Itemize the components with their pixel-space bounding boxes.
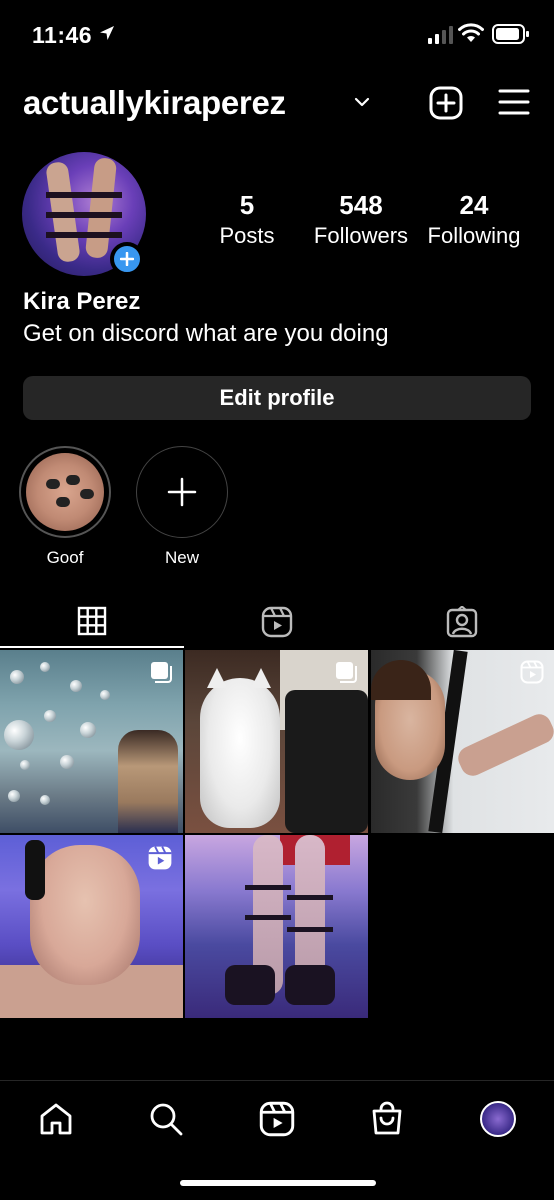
add-story-button[interactable] (110, 242, 144, 276)
post-image-detail (371, 660, 431, 700)
post-image-detail (287, 895, 333, 900)
username[interactable]: actuallykiraperez (23, 84, 286, 122)
multi-photo-icon (336, 662, 357, 683)
home-indicator (180, 1180, 376, 1186)
profile-header: actuallykiraperez (0, 80, 554, 130)
post-image-detail (70, 680, 82, 692)
post-thumbnail[interactable] (0, 650, 183, 833)
tab-reels[interactable] (185, 596, 369, 648)
highlight-new[interactable]: New (136, 446, 228, 568)
nav-search[interactable] (146, 1099, 186, 1139)
post-image-detail (118, 730, 178, 833)
avatar-photo-detail (84, 157, 118, 259)
post-image-detail (207, 668, 227, 688)
post-image-detail (454, 710, 554, 780)
highlight-image-detail (80, 489, 94, 499)
tagged-icon (446, 606, 478, 638)
reels-icon (148, 846, 172, 870)
profile-avatar (480, 1101, 516, 1137)
post-image-detail (60, 755, 74, 769)
avatar-photo-detail (46, 192, 122, 198)
post-image-detail (285, 690, 368, 833)
highlight-label: New (164, 548, 199, 567)
post-image-detail (20, 760, 30, 770)
location-arrow-icon (100, 26, 114, 40)
plus-icon (167, 477, 197, 507)
stat-posts[interactable]: 5 Posts (207, 190, 287, 252)
tab-posts-grid[interactable] (0, 596, 184, 648)
nav-home[interactable] (36, 1099, 76, 1139)
post-thumbnail[interactable] (371, 650, 554, 833)
post-image-detail (44, 710, 56, 722)
highlight-label: Goof (46, 548, 84, 567)
edit-profile-button[interactable]: Edit profile (23, 376, 531, 420)
post-image-detail (287, 927, 333, 932)
following-label: Following (427, 223, 521, 248)
post-thumbnail[interactable] (185, 835, 368, 1018)
post-image-detail (251, 668, 271, 688)
home-icon (40, 1103, 72, 1135)
reels-icon (259, 1101, 295, 1137)
status-bar: 11:46 (0, 0, 554, 70)
post-image-detail (285, 965, 335, 1005)
post-image-detail (80, 722, 96, 738)
stat-followers[interactable]: 548 Followers (306, 190, 416, 252)
followers-label: Followers (313, 223, 409, 248)
plus-icon (120, 252, 134, 266)
multi-photo-icon (151, 662, 172, 683)
post-image-detail (8, 790, 20, 802)
battery-icon (492, 24, 529, 44)
highlight-image-detail (46, 479, 60, 489)
highlight-goof[interactable]: Goof (19, 446, 111, 568)
post-image-detail (245, 915, 291, 920)
avatar-photo-detail (46, 212, 122, 218)
post-image-detail (225, 965, 275, 1005)
shop-icon (372, 1101, 402, 1135)
search-icon (150, 1103, 183, 1136)
nav-shop[interactable] (367, 1099, 407, 1139)
followers-count: 548 (339, 190, 383, 220)
reels-icon (261, 606, 293, 638)
post-image-detail (40, 795, 50, 805)
wifi-icon (458, 23, 484, 42)
profile-full-name: Kira Perez (23, 288, 141, 315)
post-thumbnail[interactable] (0, 835, 183, 1018)
post-image-detail (30, 845, 140, 985)
post-image-detail (25, 840, 45, 900)
posts-count: 5 (239, 190, 255, 220)
stat-following[interactable]: 24 Following (420, 190, 528, 252)
post-image-detail (4, 720, 34, 750)
signal-icon (428, 26, 453, 44)
tab-tagged[interactable] (370, 596, 554, 648)
profile-tabs (0, 596, 554, 648)
grid-icon (77, 606, 107, 636)
create-post-icon[interactable] (429, 86, 463, 120)
following-count: 24 (459, 190, 489, 220)
chevron-down-icon[interactable] (354, 96, 370, 108)
post-image-detail (10, 670, 24, 684)
post-image-detail (100, 690, 110, 700)
new-highlight-circle (136, 446, 228, 538)
menu-icon[interactable] (498, 88, 530, 116)
posts-label: Posts (219, 223, 275, 248)
highlight-cover-image (26, 453, 104, 531)
status-time: 11:46 (32, 22, 93, 48)
profile-bio: Get on discord what are you doing (23, 320, 389, 347)
post-image-detail (200, 678, 280, 828)
nav-reels[interactable] (257, 1099, 297, 1139)
profile-screen: 11:46 actuallykiraperez 5 Posts 548 Foll… (0, 0, 554, 1200)
reels-icon (520, 660, 544, 684)
highlight-image-detail (66, 475, 80, 485)
highlight-image-detail (56, 497, 70, 507)
post-thumbnail[interactable] (185, 650, 368, 833)
avatar-photo-detail (46, 232, 122, 238)
highlight-ring (19, 446, 111, 538)
post-image-detail (40, 662, 50, 672)
nav-profile[interactable] (478, 1099, 518, 1139)
post-image-detail (245, 885, 291, 890)
